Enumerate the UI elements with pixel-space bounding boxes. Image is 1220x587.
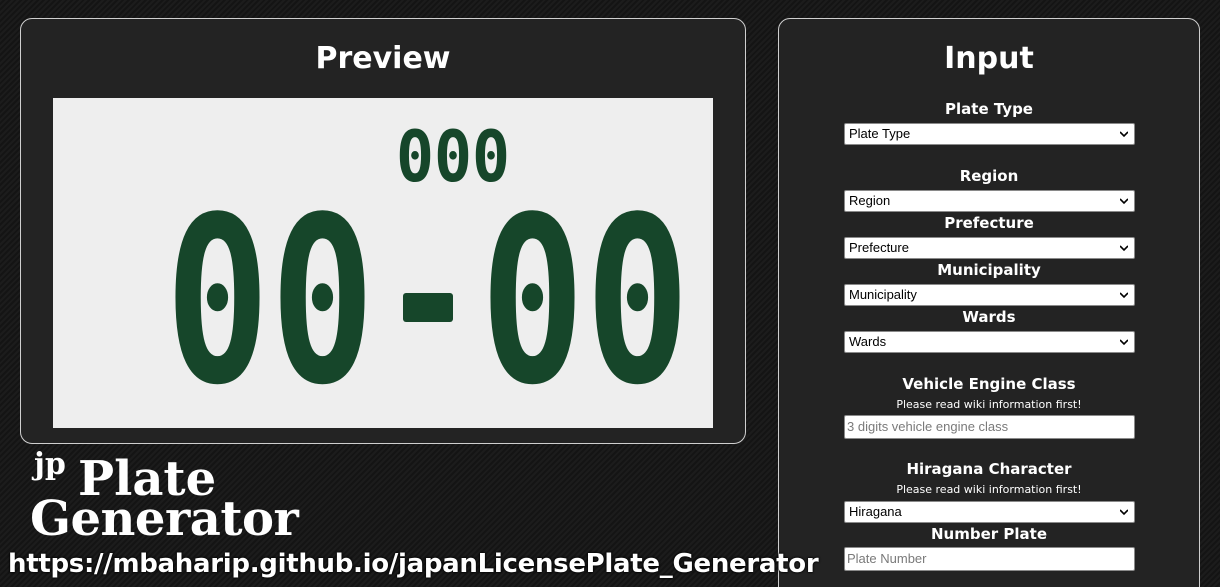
region-select[interactable]: Region [844, 190, 1135, 212]
plate-type-value: Plate Type [849, 126, 911, 141]
hiragana-label: Hiragana Character [906, 460, 1072, 478]
input-panel: Input Plate Type Plate Type Region Regio… [778, 18, 1200, 587]
plate-canvas: 000 00 00 [165, 116, 690, 428]
hiragana-note: Please read wiki information first! [896, 483, 1082, 496]
chevron-down-icon [1120, 339, 1128, 346]
chevron-down-icon [1120, 292, 1128, 299]
engine-class-label: Vehicle Engine Class [902, 375, 1076, 393]
project-url: https://mbaharip.github.io/japanLicenseP… [8, 549, 819, 579]
chevron-down-icon [1120, 131, 1128, 138]
wards-label: Wards [962, 308, 1016, 326]
number-plate-label: Number Plate [931, 525, 1047, 543]
prefecture-value: Prefecture [849, 240, 909, 255]
app-logo: jp Plate Generator [30, 450, 360, 546]
prefecture-select[interactable]: Prefecture [844, 237, 1135, 259]
municipality-value: Municipality [849, 287, 917, 302]
prefecture-label: Prefecture [944, 214, 1034, 232]
plate-type-select[interactable]: Plate Type [844, 123, 1135, 145]
preview-panel: Preview 000 00 00 [20, 18, 746, 444]
chevron-down-icon [1120, 509, 1128, 516]
input-title: Input [944, 41, 1034, 76]
preview-title: Preview [315, 41, 451, 76]
wards-select[interactable]: Wards [844, 331, 1135, 353]
number-plate-input[interactable]: Plate Number [844, 547, 1135, 571]
municipality-label: Municipality [937, 261, 1041, 279]
plate-main-left: 00 [165, 169, 375, 428]
logo-generator: Generator [30, 491, 299, 547]
hiragana-select[interactable]: Hiragana [844, 501, 1135, 523]
chevron-down-icon [1120, 198, 1128, 205]
region-label: Region [959, 167, 1019, 185]
plate-main-right: 00 [480, 169, 690, 428]
license-plate-preview: 000 00 00 [53, 98, 713, 428]
hiragana-value: Hiragana [849, 504, 902, 519]
plate-type-label: Plate Type [945, 100, 1033, 118]
engine-class-input[interactable]: 3 digits vehicle engine class [844, 415, 1135, 439]
chevron-down-icon [1120, 245, 1128, 252]
region-value: Region [849, 193, 891, 208]
engine-class-note: Please read wiki information first! [896, 398, 1082, 411]
wards-value: Wards [849, 334, 887, 349]
logo-jp: jp [34, 447, 66, 482]
municipality-select[interactable]: Municipality [844, 284, 1135, 306]
plate-hyphen [403, 293, 453, 322]
